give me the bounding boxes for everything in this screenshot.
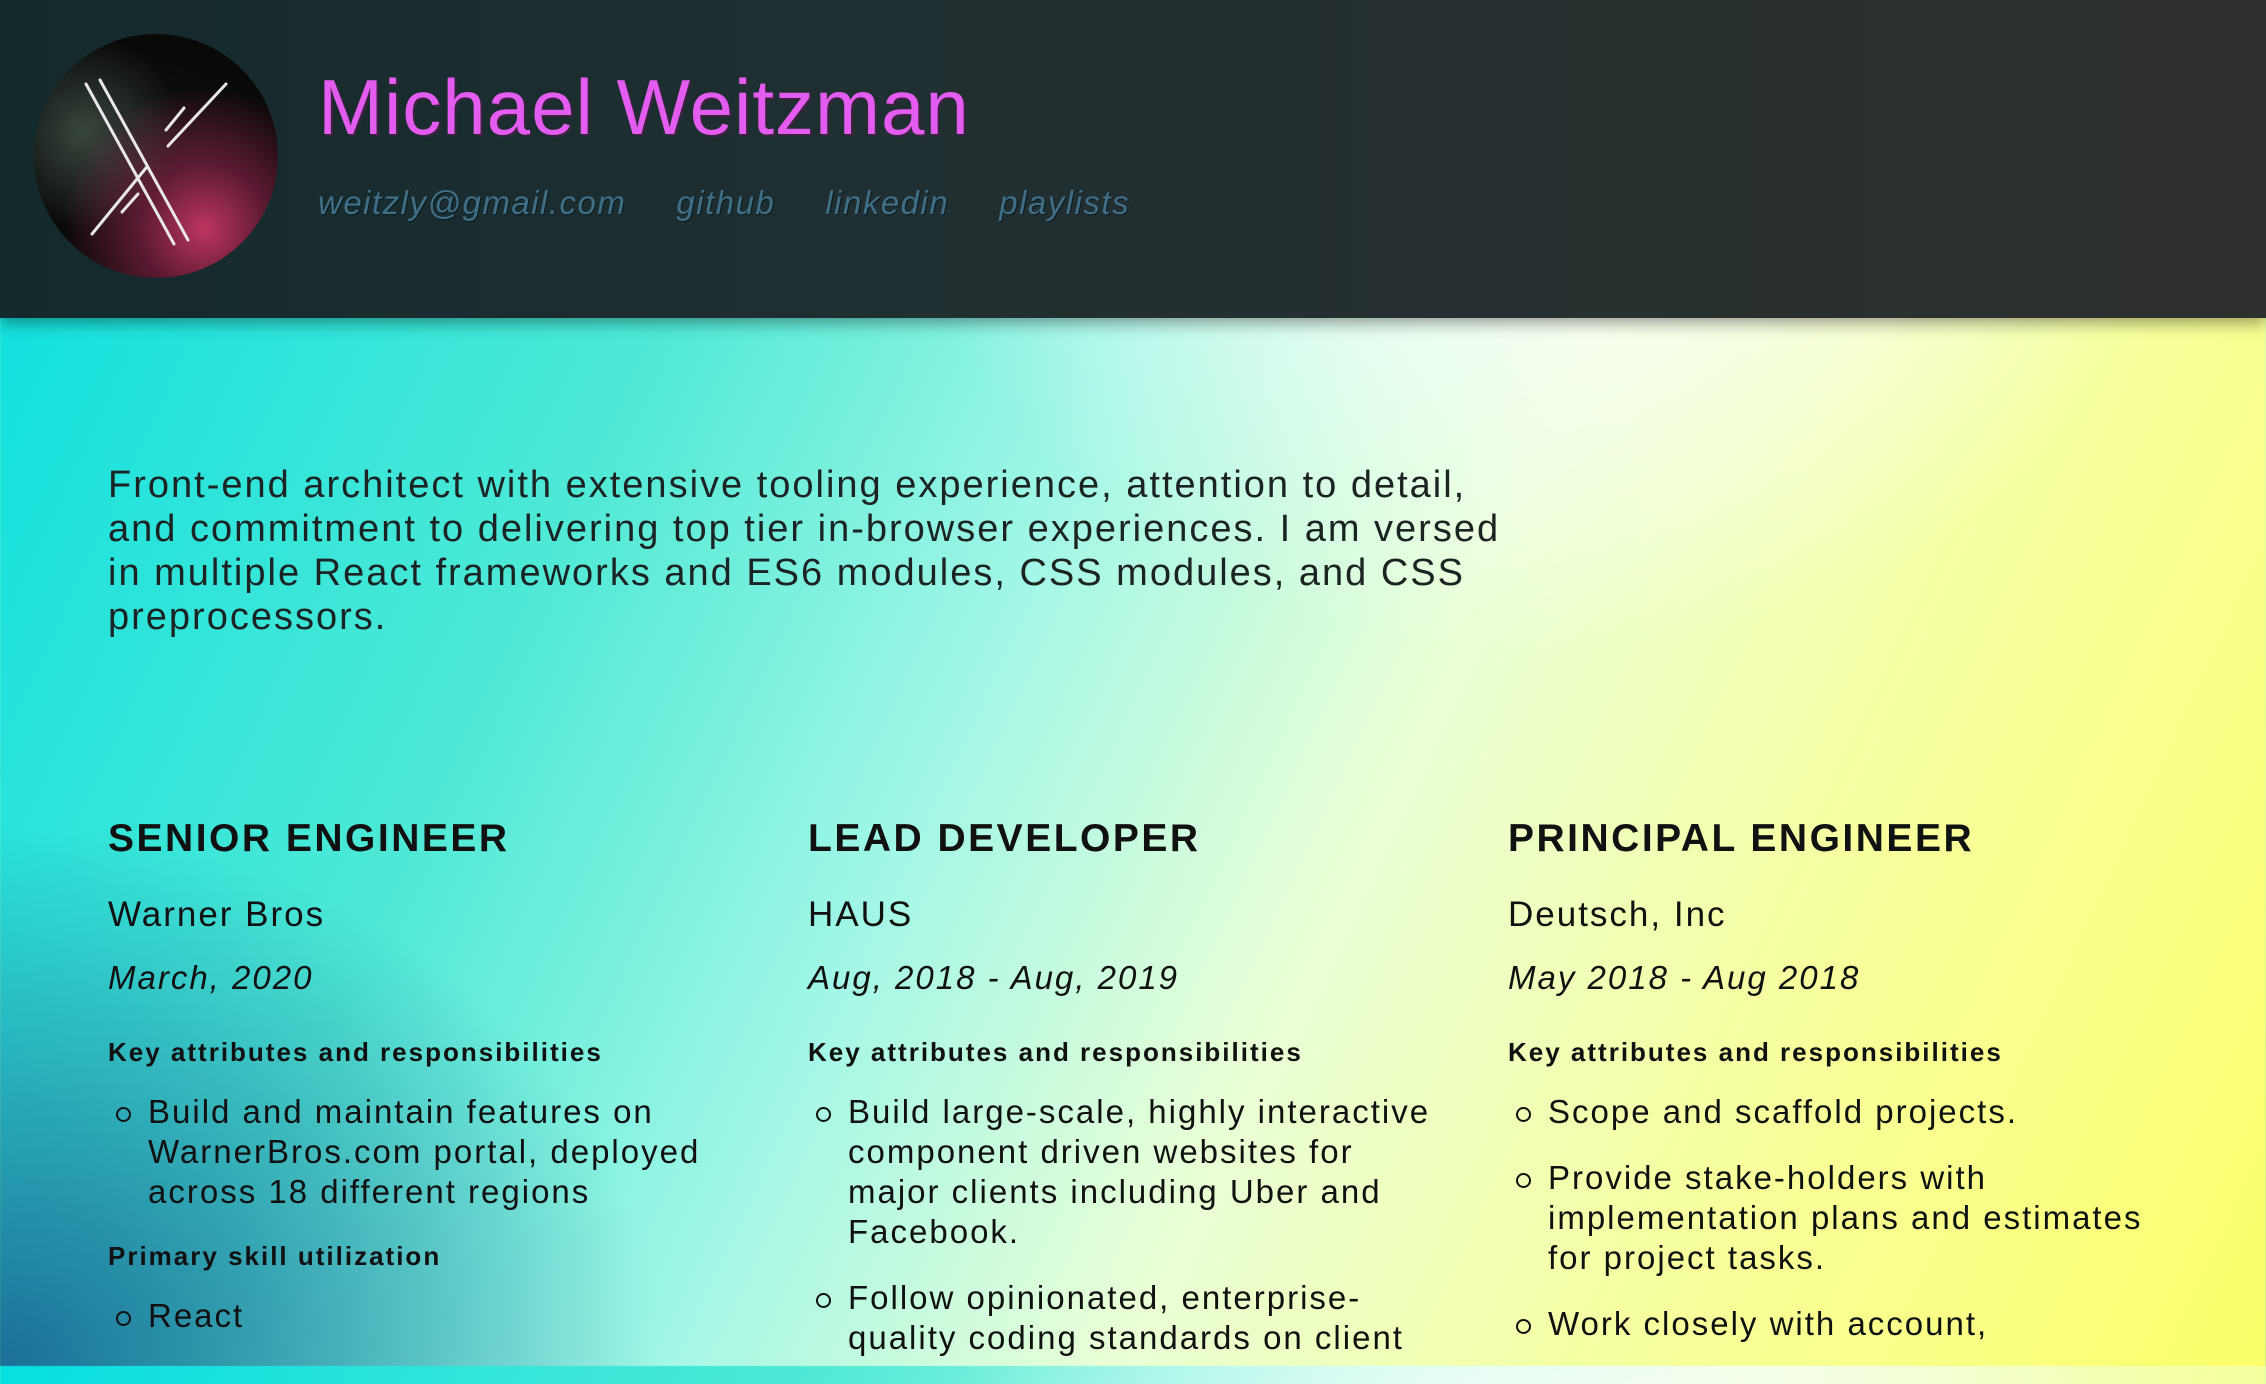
- company-name: HAUS: [808, 895, 914, 934]
- responsibilities-heading: Key attributes and responsibilities: [1508, 1037, 2003, 1067]
- job-card: SENIOR ENGINEER Warner Bros March, 2020 …: [108, 812, 808, 1384]
- experience-section: SENIOR ENGINEER Warner Bros March, 2020 …: [108, 812, 2208, 1384]
- list-item: Build large-scale, highly interactive co…: [816, 1092, 1448, 1252]
- job-dates: May 2018 - Aug 2018: [1508, 959, 1861, 996]
- responsibilities-list: Build large-scale, highly interactive co…: [808, 1092, 1448, 1358]
- page-header: Michael Weitzman weitzly@gmail.com githu…: [0, 0, 2266, 318]
- list-item: Build and maintain features on WarnerBro…: [116, 1092, 748, 1212]
- playlists-link[interactable]: playlists: [999, 184, 1130, 222]
- job-dates: Aug, 2018 - Aug, 2019: [808, 959, 1180, 996]
- job-dates: March, 2020: [108, 959, 314, 996]
- list-item: Provide stake-holders with implementatio…: [1516, 1158, 2148, 1278]
- list-item: Scope and scaffold projects.: [1516, 1092, 2148, 1132]
- email-link[interactable]: weitzly@gmail.com: [318, 184, 626, 222]
- job-title: LEAD DEVELOPER: [808, 817, 1201, 860]
- responsibilities-heading: Key attributes and responsibilities: [808, 1037, 1303, 1067]
- page-title: Michael Weitzman: [318, 63, 970, 151]
- summary-text: Front-end architect with extensive tooli…: [108, 464, 1501, 638]
- job-title: PRINCIPAL ENGINEER: [1508, 817, 1975, 860]
- job-title: SENIOR ENGINEER: [108, 817, 510, 860]
- skills-heading: Primary skill utilization: [108, 1241, 442, 1271]
- skills-list: React: [108, 1296, 748, 1336]
- github-link[interactable]: github: [676, 184, 775, 222]
- responsibilities-heading: Key attributes and responsibilities: [108, 1037, 603, 1067]
- list-item: Work closely with account,: [1516, 1304, 2148, 1344]
- list-item: Follow opinionated, enterprise-quality c…: [816, 1278, 1448, 1358]
- linkedin-link[interactable]: linkedin: [825, 184, 949, 222]
- avatar: [34, 34, 278, 278]
- responsibilities-list: Scope and scaffold projects. Provide sta…: [1508, 1092, 2148, 1344]
- responsibilities-list: Build and maintain features on WarnerBro…: [108, 1092, 748, 1212]
- list-item: React: [116, 1296, 748, 1336]
- job-card: LEAD DEVELOPER HAUS Aug, 2018 - Aug, 201…: [808, 812, 1508, 1384]
- x-logo-icon: [84, 78, 228, 246]
- company-name: Warner Bros: [108, 895, 326, 934]
- company-name: Deutsch, Inc: [1508, 895, 1727, 934]
- contact-links: weitzly@gmail.com github linkedin playli…: [318, 184, 1130, 222]
- job-card: PRINCIPAL ENGINEER Deutsch, Inc May 2018…: [1508, 812, 2208, 1384]
